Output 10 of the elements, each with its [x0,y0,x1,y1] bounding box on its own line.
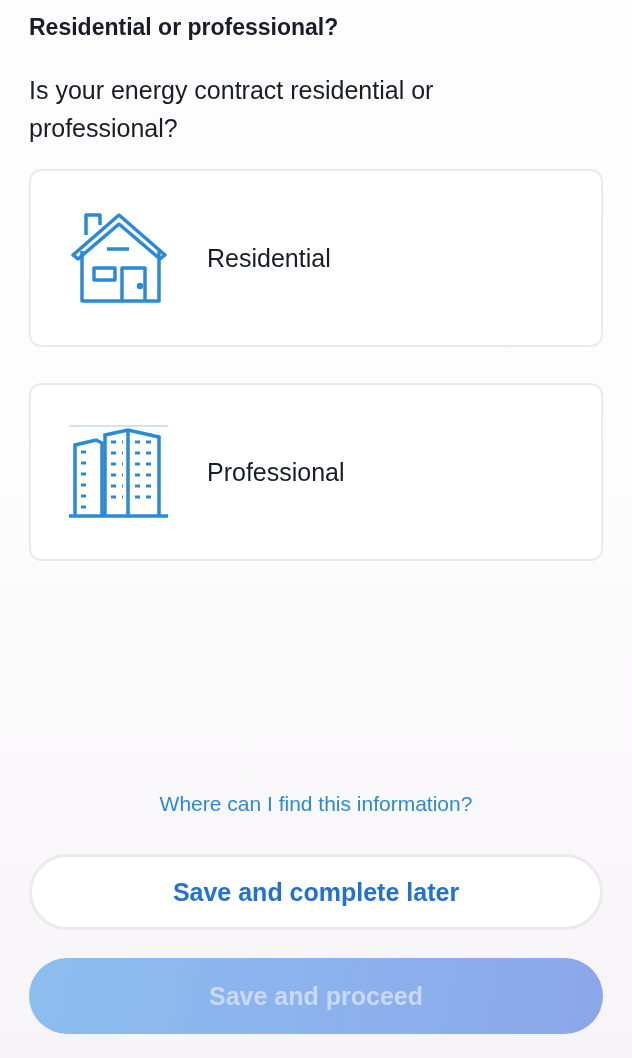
help-link[interactable]: Where can I find this information? [159,792,473,816]
question-text: Is your energy contract residential or professional? [29,75,435,144]
option-label: Professional [207,457,345,487]
option-label: Residential [207,243,331,273]
option-card[interactable]: Residential [29,169,603,347]
house-icon [69,211,169,305]
option-card[interactable]: Professional [29,383,603,561]
save-later-button[interactable]: Save and complete later [29,854,603,930]
page-title: Residential or professional? [29,14,339,41]
building-icon [69,425,169,519]
